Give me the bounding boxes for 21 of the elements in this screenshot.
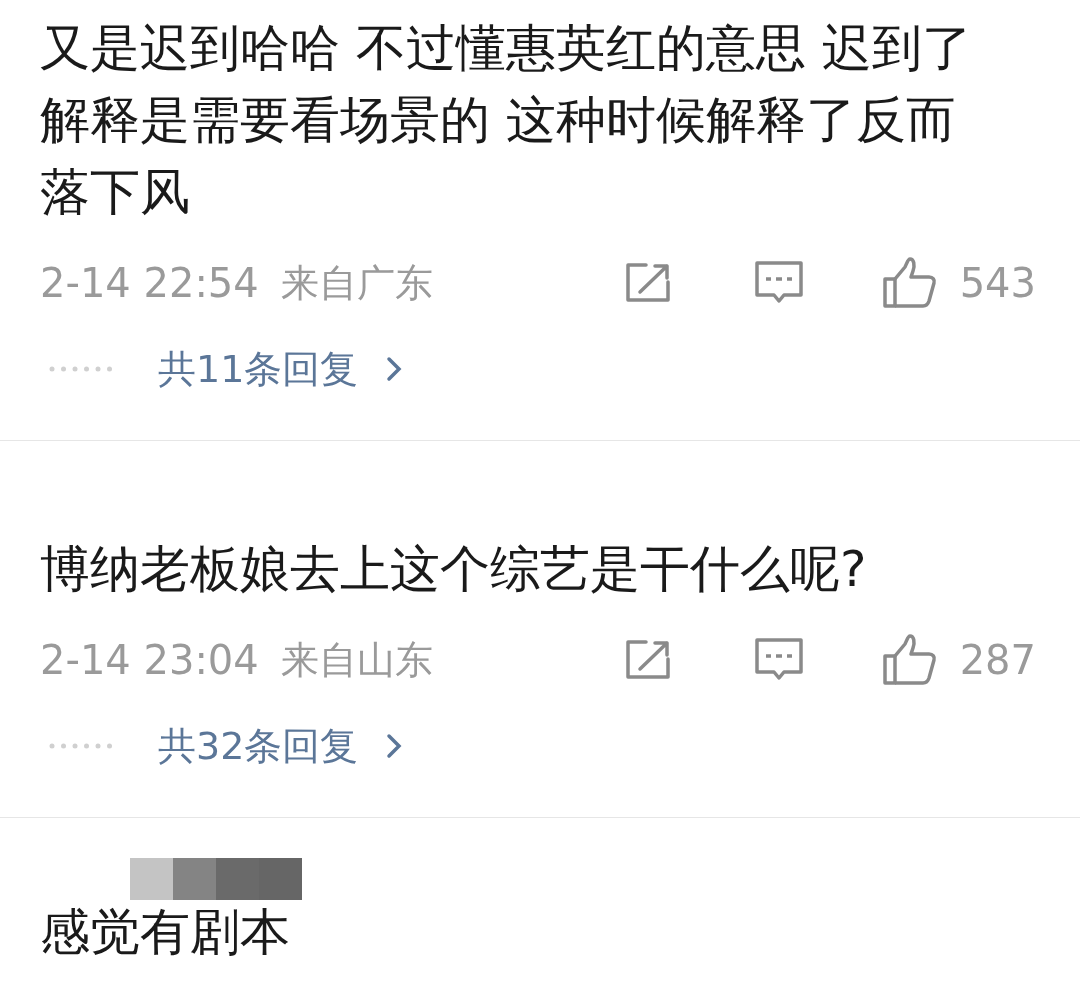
comment-icon[interactable] [753,637,804,683]
comment-text: 感觉有剧本 [40,904,291,960]
chevron-right-icon [386,733,403,759]
dotted-line-icon [48,742,112,750]
share-icon[interactable] [623,262,672,304]
chevron-right-icon [386,356,403,382]
like-count: 287 [959,636,1036,685]
replies-link[interactable]: 共11条回复 [158,340,403,398]
dotted-line-icon [48,365,112,373]
comment-location: 来自广东 [280,259,433,307]
like-count: 543 [959,259,1036,308]
comment-date: 2-14 23:04 [40,636,259,685]
comment-text: 博纳老板娘去上这个综艺是干什么呢? [40,539,868,600]
replies-link[interactable]: 共32条回复 [158,717,403,775]
thumbs-up-icon[interactable] [881,634,938,686]
comment-text: 又是迟到哈哈 不过懂惠英红的意思 迟到了解释是需要看场景的 这种时候解释了反而落下风 [40,18,973,223]
comment-date: 2-14 22:54 [40,259,259,308]
comment-location: 来自山东 [280,636,433,684]
comment-icon[interactable] [753,260,804,306]
share-icon[interactable] [623,639,672,681]
thumbs-up-icon[interactable] [881,257,938,309]
